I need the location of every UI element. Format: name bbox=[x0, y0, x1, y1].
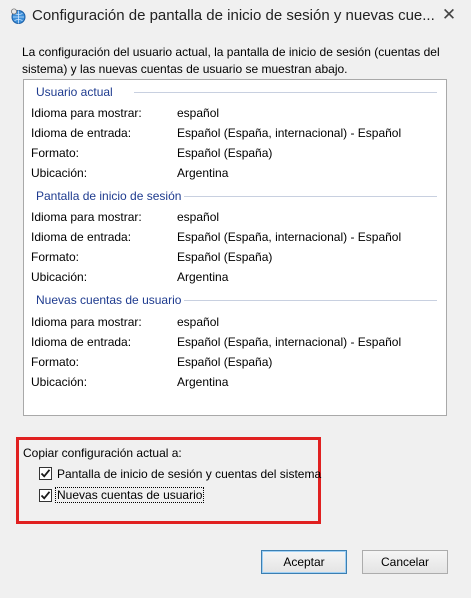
checkbox-login-screen-label[interactable]: Pantalla de inicio de sesión y cuentas d… bbox=[57, 467, 321, 481]
close-icon[interactable]: ✕ bbox=[442, 5, 456, 24]
accept-button[interactable]: Aceptar bbox=[261, 550, 347, 574]
row-value: Español (España) bbox=[177, 355, 273, 369]
row-label: Formato: bbox=[31, 146, 80, 160]
close-button[interactable]: ✕ bbox=[436, 5, 462, 25]
row-label: Idioma para mostrar: bbox=[31, 315, 142, 329]
title-bar: Configuración de pantalla de inicio de s… bbox=[0, 0, 471, 34]
copy-settings-label: Copiar configuración actual a: bbox=[23, 446, 182, 460]
globe-settings-icon bbox=[11, 8, 26, 24]
row-label: Ubicación: bbox=[31, 375, 88, 389]
settings-info-box: Usuario actual Idioma para mostrar: espa… bbox=[23, 79, 447, 416]
section-divider bbox=[184, 196, 437, 197]
section-divider bbox=[184, 300, 437, 301]
row-label: Idioma de entrada: bbox=[31, 230, 132, 244]
checkbox-new-accounts[interactable] bbox=[39, 489, 52, 502]
row-value: español bbox=[177, 210, 220, 224]
row-label: Formato: bbox=[31, 355, 80, 369]
row-value: español bbox=[177, 106, 220, 120]
checkbox-new-accounts-label-wrap[interactable]: Nuevas cuentas de usuario bbox=[55, 487, 205, 503]
row-label: Idioma para mostrar: bbox=[31, 210, 142, 224]
row-value: Argentina bbox=[177, 270, 229, 284]
row-label: Idioma de entrada: bbox=[31, 126, 132, 140]
row-value: Argentina bbox=[177, 166, 229, 180]
description-text: La configuración del usuario actual, la … bbox=[22, 45, 440, 76]
section-divider bbox=[134, 92, 437, 93]
row-value: Español (España) bbox=[177, 250, 273, 264]
checkbox-new-accounts-label[interactable]: Nuevas cuentas de usuario bbox=[55, 487, 205, 503]
section-heading-new-accounts: Nuevas cuentas de usuario bbox=[36, 293, 182, 307]
checkmark-icon bbox=[40, 469, 51, 478]
row-label: Ubicación: bbox=[31, 166, 88, 180]
row-label: Formato: bbox=[31, 250, 80, 264]
row-label: Idioma de entrada: bbox=[31, 335, 132, 349]
window-title: Configuración de pantalla de inicio de s… bbox=[32, 7, 435, 24]
row-value: Español (España) bbox=[177, 146, 273, 160]
row-label: Idioma para mostrar: bbox=[31, 106, 142, 120]
row-value: Español (España, internacional) - Españo… bbox=[177, 230, 402, 244]
row-value: Argentina bbox=[177, 375, 229, 389]
checkmark-icon bbox=[40, 491, 51, 500]
row-label: Ubicación: bbox=[31, 270, 88, 284]
row-value: Español (España, internacional) - Españo… bbox=[177, 126, 402, 140]
row-value: español bbox=[177, 315, 220, 329]
checkbox-login-screen[interactable] bbox=[39, 467, 52, 480]
section-heading-current-user: Usuario actual bbox=[36, 85, 113, 99]
row-value: Español (España, internacional) - Españo… bbox=[177, 335, 402, 349]
section-heading-login-screen: Pantalla de inicio de sesión bbox=[36, 189, 182, 203]
cancel-button[interactable]: Cancelar bbox=[362, 550, 448, 574]
